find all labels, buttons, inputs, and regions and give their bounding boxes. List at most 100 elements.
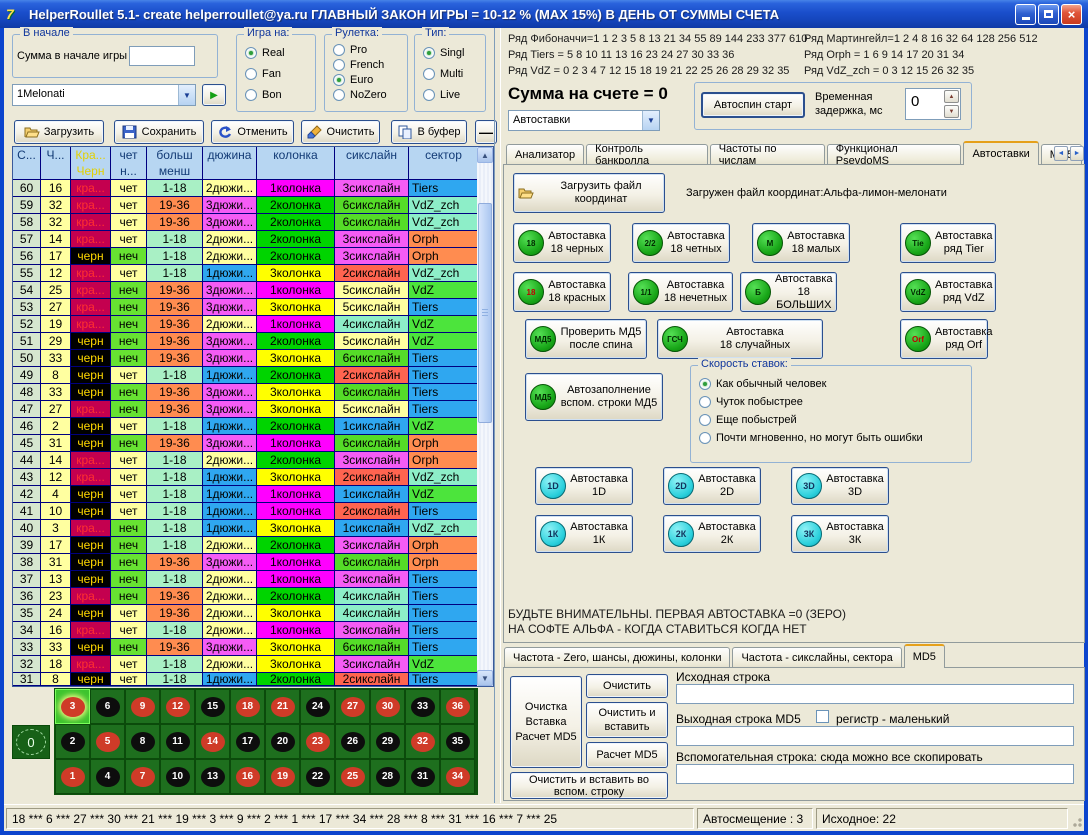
- stake-button-ряд-Tier[interactable]: TieАвтоставкаряд Tier: [900, 223, 996, 263]
- chevron-down-icon[interactable]: ▼: [642, 111, 659, 130]
- table-row[interactable]: 3333черннеч19-363дюжи...3колонка6сикслай…: [13, 639, 479, 656]
- radio-option-French[interactable]: French: [333, 59, 387, 71]
- table-row[interactable]: 498чернчет1-181дюжи...2колонка2сикслайнT…: [13, 367, 479, 384]
- stake-button-после-спина[interactable]: МД5Проверить МД5после спина: [525, 319, 647, 359]
- board-number-14[interactable]: 14: [195, 724, 230, 759]
- tab-Функционал PsevdoMS[interactable]: Функционал PsevdoMS: [827, 144, 962, 165]
- board-number-34[interactable]: 34: [440, 759, 475, 794]
- radio-icon[interactable]: [699, 414, 711, 426]
- radio-icon[interactable]: [423, 89, 435, 101]
- table-row[interactable]: 3917черннеч1-182дюжи...2колонка3сикслайн…: [13, 537, 479, 554]
- clear-and-paste-button[interactable]: Очистить и вставить: [586, 702, 668, 738]
- scrollbar-thumb[interactable]: [478, 203, 492, 423]
- table-row[interactable]: 5129черннеч19-363дюжи...2колонка5сикслай…: [13, 333, 479, 350]
- delay-spinner[interactable]: 0 ▲ ▼: [905, 88, 961, 120]
- radio-option-Как обычный человек[interactable]: Как обычный человек: [699, 378, 923, 390]
- board-number-21[interactable]: 21: [265, 689, 300, 724]
- radio-option-Real[interactable]: Real: [245, 47, 285, 59]
- board-number-17[interactable]: 17: [230, 724, 265, 759]
- table-row[interactable]: 5714кра...чет1-182дюжи...2колонка3сиксла…: [13, 231, 479, 248]
- vertical-splitter[interactable]: [494, 28, 501, 803]
- stake-button-2D[interactable]: 2DАвтоставка2D: [663, 467, 761, 505]
- table-row[interactable]: 5219кра...неч19-362дюжи...1колонка4сиксл…: [13, 316, 479, 333]
- table-row[interactable]: 5512кра...чет1-181дюжи...3колонка2сиксла…: [13, 265, 479, 282]
- mode-combobox[interactable]: Автоставки ▼: [508, 110, 660, 131]
- radio-option-Еще побыстрей[interactable]: Еще побыстрей: [699, 414, 923, 426]
- table-row[interactable]: 5425кра...неч19-363дюжи...1колонка5сиксл…: [13, 282, 479, 299]
- minimize-button[interactable]: [1015, 4, 1036, 25]
- table-scrollbar[interactable]: ▲ ▼: [477, 147, 493, 686]
- stake-button-18-красных[interactable]: 18Автоставка18 красных: [513, 272, 611, 312]
- radio-icon[interactable]: [333, 89, 345, 101]
- radio-option-Multi[interactable]: Multi: [423, 68, 464, 80]
- board-number-24[interactable]: 24: [300, 689, 335, 724]
- table-row[interactable]: 3218кра...чет1-182дюжи...3колонка3сиксла…: [13, 656, 479, 673]
- radio-icon[interactable]: [699, 432, 711, 444]
- radio-option-Fan[interactable]: Fan: [245, 68, 285, 80]
- board-number-2[interactable]: 2: [55, 724, 90, 759]
- table-row[interactable]: 4414кра...чет1-182дюжи...2колонка3сиксла…: [13, 452, 479, 469]
- stake-button-18-малых[interactable]: МАвтоставка18 малых: [752, 223, 850, 263]
- radio-option-NoZero[interactable]: NoZero: [333, 89, 387, 101]
- table-row[interactable]: 3524чернчет19-362дюжи...3колонка4сикслай…: [13, 605, 479, 622]
- stake-button-3D[interactable]: 3DАвтоставка3D: [791, 467, 889, 505]
- stake-button-1К[interactable]: 1КАвтоставка1К: [535, 515, 633, 553]
- radio-icon[interactable]: [423, 68, 435, 80]
- spin-up-icon[interactable]: ▲: [944, 90, 959, 103]
- toolbar-button-copy-pages[interactable]: В буфер: [391, 120, 467, 144]
- radio-option-Pro[interactable]: Pro: [333, 44, 387, 56]
- table-row[interactable]: 5327кра...неч19-363дюжи...3колонка5сиксл…: [13, 299, 479, 316]
- toolbar-button-clean-brush[interactable]: Очистить: [301, 120, 380, 144]
- stake-button-1D[interactable]: 1DАвтоставка1D: [535, 467, 633, 505]
- board-number-35[interactable]: 35: [440, 724, 475, 759]
- board-number-31[interactable]: 31: [405, 759, 440, 794]
- close-button[interactable]: ×: [1061, 4, 1082, 25]
- table-row[interactable]: 4833черннеч19-363дюжи...3колонка6сикслай…: [13, 384, 479, 401]
- clear-paste-calc-button[interactable]: Очистка Вставка Расчет MD5: [510, 676, 582, 768]
- radio-icon[interactable]: [699, 396, 711, 408]
- board-number-19[interactable]: 19: [265, 759, 300, 794]
- radio-icon[interactable]: [245, 68, 257, 80]
- clear-paste-aux-button[interactable]: Очистить и вставить во вспом. строку: [510, 772, 668, 799]
- calc-md5-button[interactable]: Расчет MD5: [586, 742, 668, 768]
- stake-button-вспом-строки-МД5[interactable]: МД5Автозаполнениевспом. строки МД5: [525, 373, 663, 421]
- table-row[interactable]: 318чернчет1-181дюжи...2колонка2сикслайнT…: [13, 673, 479, 686]
- stake-button-18-четных[interactable]: 2/2Автоставка18 четных: [632, 223, 730, 263]
- board-number-8[interactable]: 8: [125, 724, 160, 759]
- table-row[interactable]: 3713черннеч1-182дюжи...1колонка3сикслайн…: [13, 571, 479, 588]
- tab-Контроль банкролла[interactable]: Контроль банкролла: [586, 144, 708, 165]
- scroll-up-icon[interactable]: ▲: [477, 147, 493, 163]
- radio-icon[interactable]: [333, 44, 345, 56]
- table-row[interactable]: 6016кра...чет1-182дюжи...1колонка3сиксла…: [13, 180, 479, 197]
- board-number-7[interactable]: 7: [125, 759, 160, 794]
- radio-option-Live[interactable]: Live: [423, 89, 464, 101]
- tab-Частота - сикслайны, сектора[interactable]: Частота - сикслайны, сектора: [732, 647, 901, 668]
- table-row[interactable]: 462чернчет1-181дюжи...2колонка1сикслайнV…: [13, 418, 479, 435]
- radio-option-Singl[interactable]: Singl: [423, 47, 464, 59]
- table-row[interactable]: 4110чернчет1-181дюжи...1колонка2сикслайн…: [13, 503, 479, 520]
- board-number-22[interactable]: 22: [300, 759, 335, 794]
- table-row[interactable]: 3831черннеч19-363дюжи...1колонка6сикслай…: [13, 554, 479, 571]
- radio-option-Чуток побыстрее[interactable]: Чуток побыстрее: [699, 396, 923, 408]
- board-number-9[interactable]: 9: [125, 689, 160, 724]
- aux-string-input[interactable]: [676, 764, 1074, 784]
- board-number-28[interactable]: 28: [370, 759, 405, 794]
- tab-Частота - Zero, шансы, дюжины, колонки[interactable]: Частота - Zero, шансы, дюжины, колонки: [504, 647, 730, 668]
- table-row[interactable]: 3416кра...чет1-182дюжи...1колонка3сиксла…: [13, 622, 479, 639]
- radio-icon[interactable]: [423, 47, 435, 59]
- board-number-0[interactable]: 0: [12, 725, 50, 759]
- radio-option-Euro[interactable]: Euro: [333, 74, 387, 86]
- stake-button-18-случайных[interactable]: ГСЧАвтоставка18 случайных: [657, 319, 823, 359]
- board-number-18[interactable]: 18: [230, 689, 265, 724]
- table-row[interactable]: 4727кра...неч19-363дюжи...3колонка5сиксл…: [13, 401, 479, 418]
- stake-button-3К[interactable]: 3КАвтоставка3К: [791, 515, 889, 553]
- start-sum-input[interactable]: [129, 46, 195, 66]
- table-row[interactable]: 4312кра...чет1-181дюжи...3колонка2сиксла…: [13, 469, 479, 486]
- scroll-down-icon[interactable]: ▼: [477, 670, 493, 686]
- board-number-36[interactable]: 36: [440, 689, 475, 724]
- table-row[interactable]: 424чернчет1-181дюжи...1колонка1сикслайнV…: [13, 486, 479, 503]
- tab-Анализатор[interactable]: Анализатор: [506, 144, 584, 165]
- table-row[interactable]: 4531черннеч19-363дюжи...1колонка6сикслай…: [13, 435, 479, 452]
- source-string-input[interactable]: [676, 684, 1074, 704]
- board-number-23[interactable]: 23: [300, 724, 335, 759]
